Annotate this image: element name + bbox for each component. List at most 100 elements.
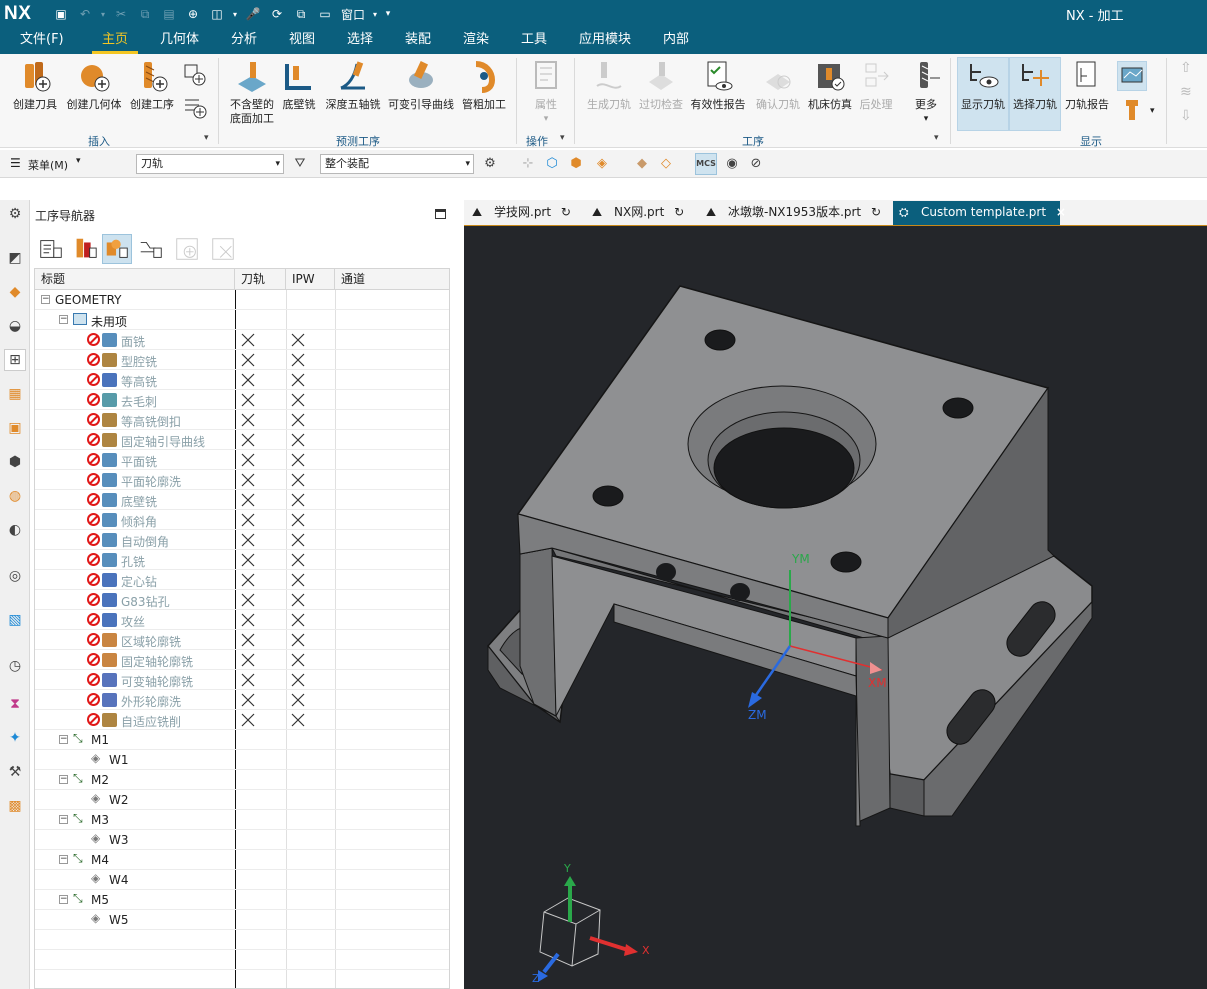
menu-home[interactable]: 主页 [91,28,139,54]
menu-file[interactable]: 文件(F) [20,28,64,54]
operation-row[interactable]: 去毛刺 [35,390,449,410]
touch-mode-icon[interactable]: ◫ [206,4,228,24]
tool-display-icon[interactable] [1122,98,1142,124]
column-header-toolpath[interactable]: 刀轨 [235,269,286,290]
create-geometry-button[interactable]: 创建几何体 [64,58,124,112]
menu-geometry[interactable]: 几何体 [160,28,199,54]
close-icon[interactable]: × [1056,205,1066,219]
refresh-icon[interactable]: ↻ [561,205,571,219]
operation-row[interactable]: 自适应铣削 [35,710,449,730]
tree-row[interactable]: − GEOMETRY [35,290,449,310]
part-navigator-icon[interactable]: ◒ [5,316,25,336]
operation-row[interactable]: G83钻孔 [35,590,449,610]
refresh-icon[interactable]: ↻ [871,205,881,219]
collapse-toggle[interactable]: − [59,315,68,324]
assembly-icon[interactable]: ◇ [656,154,676,174]
floor-wall-button[interactable]: 底壁铣 [281,58,317,112]
tools-icon[interactable]: ⚒ [5,762,25,782]
column-header-name[interactable]: 标题 [35,269,235,290]
program-order-view-button[interactable] [36,234,66,264]
undo-icon[interactable]: ↶ [74,4,96,24]
create-operation-button[interactable]: 创建工序 [127,58,177,112]
tab-nxwang[interactable]: ⛰ NX网.prt ↻ [586,201,698,225]
type-filter-select[interactable]: 刀轨 ▾ [136,154,284,174]
settings-gear-icon[interactable]: ⚙ [5,204,25,224]
collapse-toggle[interactable]: − [59,775,68,784]
chevron-down-icon[interactable]: ▾ [934,133,939,143]
arrow-up-icon[interactable]: ⇧ [1180,60,1192,76]
operation-row[interactable]: 定心钻 [35,570,449,590]
create-tool-button[interactable]: 创建刀具 [8,58,62,112]
filter-icon[interactable]: ⛛ [290,154,310,174]
face-select-icon[interactable]: ⬡ [542,154,562,174]
paste-icon[interactable]: ▤ [158,4,180,24]
clock-icon[interactable]: ◷ [5,656,25,676]
customize-toolbar-icon[interactable]: ▾ [382,4,394,24]
mcs-display-icon[interactable]: MCS [695,153,717,175]
operation-row[interactable]: 自动倒角 [35,530,449,550]
post-process-button[interactable]: 后处理 [856,58,896,112]
component-select-icon[interactable]: ◈ [592,154,612,174]
workpiece-row[interactable]: ◈ W5 [35,910,449,930]
window-icon[interactable]: ▭ [314,4,336,24]
generate-toolpath-button[interactable]: 生成刀轨 [584,58,634,112]
tab-bingdundun[interactable]: ⛰ 冰墩墩-NX1953版本.prt ↻ [700,201,890,225]
delete-button[interactable] [208,234,238,264]
chevron-down-icon[interactable]: ▾ [230,4,240,24]
menu-internal[interactable]: 内部 [663,28,689,54]
history-icon[interactable]: ◐ [5,520,25,540]
mcs-row[interactable]: − ⤡ M2 [35,770,449,790]
display-toolpath-button[interactable]: 显示刀轨 [957,57,1009,131]
toolpath-report-button[interactable]: 刀轨报告 [1062,58,1112,112]
graphics-viewport[interactable]: YM XM ZM Y X Z [464,225,1207,989]
assembly-navigator-icon[interactable]: ◩ [5,248,25,268]
process-studio-icon[interactable]: ◎ [5,566,25,586]
body-select-icon[interactable]: ⬢ [566,154,586,174]
menu-render[interactable]: 渲染 [463,28,489,54]
mcs-row[interactable]: − ⤡ M3 [35,810,449,830]
machine-simulation-button[interactable]: 机床仿真 [806,58,854,112]
menu-applications[interactable]: 应用模块 [579,28,631,54]
tab-custom-template[interactable]: ⛭ Custom template.prt × [893,201,1066,225]
variable-guide-curve-button[interactable]: 可变引导曲线 [386,58,456,112]
column-header-ipw[interactable]: IPW [286,269,335,290]
select-toolpath-button[interactable]: 选择刀轨 [1009,57,1061,131]
operation-row[interactable]: 攻丝 [35,610,449,630]
menu-analysis[interactable]: 分析 [231,28,257,54]
workpiece-row[interactable]: ◈ W3 [35,830,449,850]
chevron-down-icon[interactable]: ▾ [76,156,81,166]
collapse-toggle[interactable]: − [41,295,50,304]
operation-row[interactable]: 固定轴轮廓铣 [35,650,449,670]
feature-navigator-icon[interactable]: ▦ [5,384,25,404]
tree-row[interactable]: − 未用项 [35,310,449,330]
solid-body-icon[interactable]: ◆ [632,154,652,174]
operation-row[interactable]: 型腔铣 [35,350,449,370]
properties-button[interactable]: 属性 ▾ [524,58,568,126]
operation-navigator-icon[interactable]: ⊞ [4,349,26,371]
create-program-icon[interactable] [182,94,208,120]
toolpath-visibility-icon[interactable]: ◉ [722,154,742,174]
refresh-icon[interactable]: ↻ [674,205,684,219]
gouge-check-button[interactable]: 过切检查 [636,58,686,112]
menu-assembly[interactable]: 装配 [405,28,431,54]
operation-row[interactable]: 平面铣 [35,450,449,470]
command-finder-icon[interactable]: ⟳ [266,4,288,24]
operation-row[interactable]: 面铣 [35,330,449,350]
tube-rough-button[interactable]: 管粗加工 [458,58,510,112]
menu-selection[interactable]: 选择 [347,28,373,54]
verify-toolpath-button[interactable]: 确认刀轨 [752,58,804,112]
view-triad[interactable] [524,866,664,986]
operation-row[interactable]: 等高铣 [35,370,449,390]
operation-row[interactable]: 外形轮廓洗 [35,690,449,710]
tab-xuejiwang[interactable]: ⛰ 学技网.prt ↻ [466,201,584,225]
maximize-icon[interactable] [435,209,446,219]
switch-window-icon[interactable]: ⧉ [290,4,312,24]
display-3d-ipw-icon[interactable] [1117,61,1147,91]
reuse-library-icon[interactable]: ▣ [5,418,25,438]
operation-row[interactable]: 固定轴引导曲线 [35,430,449,450]
collapse-toggle[interactable]: − [59,735,68,744]
arrow-down-icon[interactable]: ⇩ [1180,108,1192,124]
create-method-icon[interactable] [182,62,208,88]
chevron-down-icon[interactable]: ▾ [1150,106,1155,116]
geometry-view-button[interactable] [102,234,132,264]
